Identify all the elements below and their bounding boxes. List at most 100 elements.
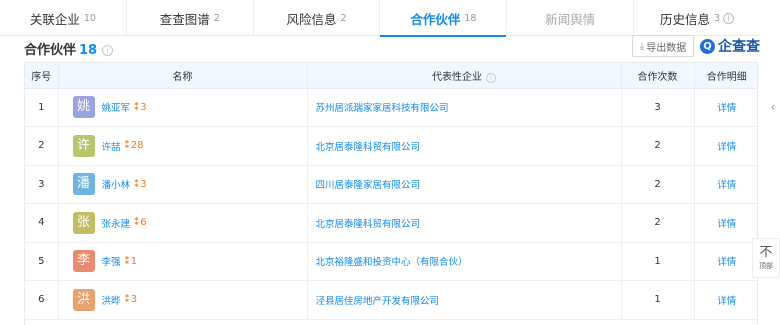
section-title-text: 合作伙伴 <box>24 43 77 58</box>
company-cell: 北京居泰隆科贸有限公司 <box>307 126 622 166</box>
relation-icon: ⁑ <box>124 294 130 306</box>
relation-badge[interactable]: ⁑ 3 <box>134 179 147 190</box>
partner-name-cell: 李李强 ⁑ 1 <box>58 242 308 281</box>
detail-cell: 详情 <box>694 165 757 204</box>
logo-mark-icon: Q <box>700 38 715 54</box>
detail-link[interactable]: 详情 <box>717 103 736 114</box>
coop-count: 1 <box>621 280 695 320</box>
relation-icon: ⁑ <box>134 101 139 113</box>
tab-label: 新闻舆情 <box>545 11 596 27</box>
info-icon[interactable]: i <box>486 72 496 83</box>
section-count: 18 <box>79 43 98 58</box>
detail-link[interactable]: 详情 <box>717 219 736 230</box>
qichacha-logo: Q 企查查 <box>700 35 760 57</box>
avatar: 许 <box>72 134 95 157</box>
detail-link[interactable]: 详情 <box>717 142 736 153</box>
detail-link[interactable]: 详情 <box>717 180 736 191</box>
tab-label: 合作伙伴 <box>410 11 461 27</box>
partner-name-cell: 潘潘小林 ⁑ 3 <box>58 165 308 204</box>
tab-partners[interactable]: 合作伙伴 18 <box>380 0 508 37</box>
company-cell: 苏州居派瑞家家居科技有限公司 <box>307 88 622 127</box>
coop-count: 2 <box>621 203 695 243</box>
tab-history[interactable]: 历史信息 3 i <box>634 0 760 36</box>
tab-count: 10 <box>83 12 96 24</box>
relation-count: 3 <box>140 178 147 190</box>
download-icon: ⤓ <box>639 40 645 52</box>
row-index: 3 <box>25 165 59 204</box>
company-cell: 泾县居佳房地产开发有限公司 <box>307 280 622 320</box>
back-to-top-label: 顶部 <box>759 261 773 270</box>
tab-count: 18 <box>464 12 477 24</box>
tab-risk-info[interactable]: 风险信息 2 <box>254 0 381 36</box>
table-row: 4 张张永建 ⁑ 6 北京居泰隆科贸有限公司 2 详情 <box>25 203 757 243</box>
back-to-top-button[interactable]: 不 顶部 <box>752 238 780 278</box>
tab-bar: 关联企业 10 查查图谱 2 风险信息 2 合作伙伴 18 新闻舆情 历史信息 3 i <box>0 0 760 37</box>
table-row: 6 洪洪晔 ⁑ 3 泾县居佳房地产开发有限公司 1 详情 <box>25 280 757 320</box>
table-row: 3 潘潘小林 ⁑ 3 四川居泰隆家居有限公司 2 详情 <box>25 165 757 204</box>
avatar: 李 <box>72 250 95 273</box>
tab-related-companies[interactable]: 关联企业 10 <box>0 0 127 36</box>
relation-badge[interactable]: ⁑ 6 <box>134 217 147 228</box>
detail-cell: 详情 <box>694 126 757 166</box>
company-link[interactable]: 泾县居佳房地产开发有限公司 <box>316 296 440 307</box>
company-cell: 四川居泰隆家居有限公司 <box>307 165 622 204</box>
partner-name-cell: 姚姚亚军 ⁑ 3 <box>58 88 308 127</box>
table-body: 1 姚姚亚军 ⁑ 3 苏州居派瑞家家居科技有限公司 3 详情 2 许许喆 ⁑ 28 北京居泰隆科贸有限… <box>25 88 757 320</box>
coop-count: 1 <box>621 242 695 281</box>
relation-count: 3 <box>130 294 138 306</box>
export-data-button[interactable]: ⤓ 导出数据 <box>632 35 694 57</box>
col-count-header: 合作次数 <box>621 63 695 89</box>
collapse-panel-icon[interactable]: ‹ <box>766 95 780 119</box>
info-icon: i <box>723 12 735 24</box>
partner-name-cell: 许许喆 ⁑ 28 <box>58 126 308 166</box>
tab-graph[interactable]: 查查图谱 2 <box>127 0 254 36</box>
partners-table: 序号 名称 代表性企业 i 合作次数 合作明细 1 姚姚亚军 ⁑ 3 苏州居派瑞家家居科技… <box>24 62 758 325</box>
relation-badge[interactable]: ⁑ 3 <box>125 294 138 305</box>
relation-icon: ⁑ <box>134 178 139 190</box>
company-link[interactable]: 北京裕隆盛和投资中心（有限合伙） <box>316 257 468 268</box>
partner-name-link[interactable]: 张永建 <box>102 216 131 230</box>
table-header-row: 序号 名称 代表性企业 i 合作次数 合作明细 <box>25 63 757 89</box>
company-cell: 北京居泰隆科贸有限公司 <box>307 203 622 243</box>
company-link[interactable]: 北京居泰隆科贸有限公司 <box>316 142 421 153</box>
relation-badge[interactable]: ⁑ 3 <box>134 102 147 113</box>
tab-label: 历史信息 <box>660 11 711 27</box>
section-title: 合作伙伴 18 i <box>24 39 114 58</box>
relation-badge[interactable]: ⁑ 28 <box>125 140 144 151</box>
relation-count: 1 <box>130 255 138 267</box>
col-index-header: 序号 <box>25 63 59 89</box>
relation-icon: ⁑ <box>134 217 139 229</box>
coop-count: 2 <box>621 165 695 204</box>
company-link[interactable]: 四川居泰隆家居有限公司 <box>316 180 421 191</box>
row-index: 2 <box>25 126 59 166</box>
row-index: 4 <box>25 203 59 243</box>
relation-badge[interactable]: ⁑ 1 <box>125 256 138 267</box>
col-name-header: 名称 <box>58 63 308 89</box>
info-icon[interactable]: i <box>102 45 114 56</box>
logo-text: 企查查 <box>718 39 760 55</box>
partner-name-link[interactable]: 姚亚军 <box>102 100 131 114</box>
detail-link[interactable]: 详情 <box>717 296 736 307</box>
tab-label: 风险信息 <box>286 11 337 27</box>
avatar: 姚 <box>72 96 95 119</box>
relation-count: 6 <box>140 217 147 229</box>
company-link[interactable]: 北京居泰隆科贸有限公司 <box>316 219 421 230</box>
tab-news[interactable]: 新闻舆情 <box>507 0 635 36</box>
company-link[interactable]: 苏州居派瑞家家居科技有限公司 <box>316 103 449 114</box>
partner-name-link[interactable]: 李强 <box>102 254 121 268</box>
tab-count: 2 <box>340 12 347 24</box>
table-row: 5 李李强 ⁑ 1 北京裕隆盛和投资中心（有限合伙） 1 详情 <box>25 242 757 281</box>
col-company-label: 代表性企业 <box>432 71 482 83</box>
row-index: 1 <box>25 88 59 127</box>
partner-name-link[interactable]: 洪晔 <box>102 293 121 307</box>
row-index: 6 <box>25 280 59 320</box>
partner-name-cell: 洪洪晔 ⁑ 3 <box>58 280 308 320</box>
coop-count: 2 <box>621 126 695 166</box>
partner-name-cell: 张张永建 ⁑ 6 <box>58 203 308 243</box>
detail-link[interactable]: 详情 <box>717 257 736 268</box>
col-detail-header: 合作明细 <box>694 63 757 89</box>
partner-name-link[interactable]: 许喆 <box>102 139 121 153</box>
partner-name-link[interactable]: 潘小林 <box>102 177 131 191</box>
tab-count: 3 <box>714 12 721 24</box>
col-company-header: 代表性企业 i <box>307 63 622 89</box>
